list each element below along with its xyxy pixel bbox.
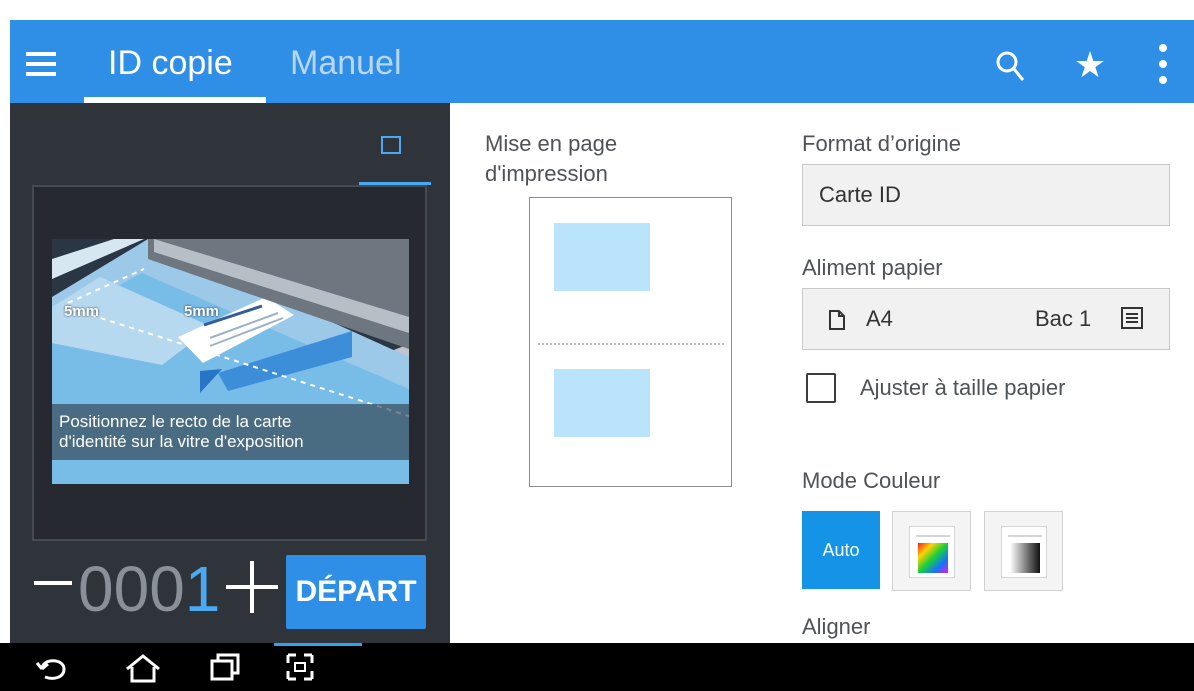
- app-bar: ID copie Manuel ★: [10, 20, 1194, 103]
- color-mode-auto-button[interactable]: Auto: [802, 511, 880, 589]
- instruction-line-2: d'identité sur la vitre d'exposition: [59, 432, 304, 451]
- print-layout-preview: [529, 197, 732, 487]
- tray-list-icon: [1121, 307, 1143, 329]
- start-button[interactable]: DÉPART: [286, 555, 426, 629]
- instruction-line-1: Positionnez le recto de la carte: [59, 412, 292, 431]
- tab-manuel[interactable]: Manuel: [290, 20, 402, 103]
- menu-icon[interactable]: [26, 52, 56, 76]
- layout-separator: [538, 343, 724, 345]
- color-mode-color-button[interactable]: [892, 511, 971, 591]
- measurement-right: 5mm: [184, 303, 220, 320]
- star-icon[interactable]: ★: [1070, 44, 1110, 86]
- copy-count[interactable]: 0001: [78, 554, 220, 624]
- back-icon[interactable]: [30, 643, 80, 691]
- decrease-copies-button[interactable]: [28, 581, 76, 589]
- increase-copies-button[interactable]: [226, 561, 278, 613]
- recent-apps-icon[interactable]: [200, 643, 250, 691]
- original-format-field[interactable]: Carte ID: [802, 164, 1170, 226]
- front-card-placeholder: [554, 223, 650, 291]
- settings-pane: Mise en page d'impression Format d’origi…: [450, 103, 1194, 643]
- color-mode-options: Auto: [802, 511, 1072, 591]
- copy-count-row: 0001 DÉPART: [10, 551, 450, 641]
- color-mode-label: Mode Couleur: [802, 468, 941, 493]
- copy-count-prefix: 000: [78, 553, 185, 625]
- print-layout-label: Mise en page d'impression: [485, 131, 618, 186]
- fit-to-paper-label: Ajuster à taille papier: [860, 375, 1066, 400]
- home-icon[interactable]: [118, 643, 168, 691]
- document-icon: [829, 310, 845, 330]
- color-mode-mono-button[interactable]: [984, 511, 1063, 591]
- preview-panel: 5mm 5mm Positionnez le recto de la carte…: [10, 103, 450, 643]
- original-format-label: Format d’origine: [802, 131, 961, 156]
- more-vert-icon[interactable]: [1156, 44, 1168, 84]
- paper-feed-label: Aliment papier: [802, 255, 943, 280]
- copy-count-active-digit: 1: [184, 553, 221, 625]
- full-color-icon: [909, 526, 955, 578]
- align-label: Aligner: [802, 614, 871, 639]
- status-area: [0, 0, 1194, 20]
- screenshot-indicator: [274, 643, 362, 646]
- back-card-placeholder: [554, 369, 650, 437]
- preview-toggle-button[interactable]: [359, 116, 431, 185]
- preview-frame: 5mm 5mm Positionnez le recto de la carte…: [32, 185, 427, 541]
- measurement-left: 5mm: [64, 303, 100, 320]
- search-icon[interactable]: [995, 50, 1025, 84]
- tab-id-copie[interactable]: ID copie: [108, 20, 233, 103]
- system-navigation-bar: [0, 643, 1194, 691]
- paper-feed-field[interactable]: A4 Bac 1: [802, 288, 1170, 350]
- paper-tray-value: Bac 1: [1035, 306, 1092, 331]
- placement-instruction: Positionnez le recto de la carte d'ident…: [52, 404, 409, 460]
- paper-size-value: A4: [866, 306, 893, 331]
- screenshot-icon[interactable]: [275, 643, 325, 691]
- fit-to-paper-checkbox[interactable]: [806, 373, 836, 403]
- black-white-icon: [1001, 526, 1047, 578]
- placement-illustration: 5mm 5mm Positionnez le recto de la carte…: [52, 239, 409, 484]
- image-preview-icon: [381, 136, 401, 154]
